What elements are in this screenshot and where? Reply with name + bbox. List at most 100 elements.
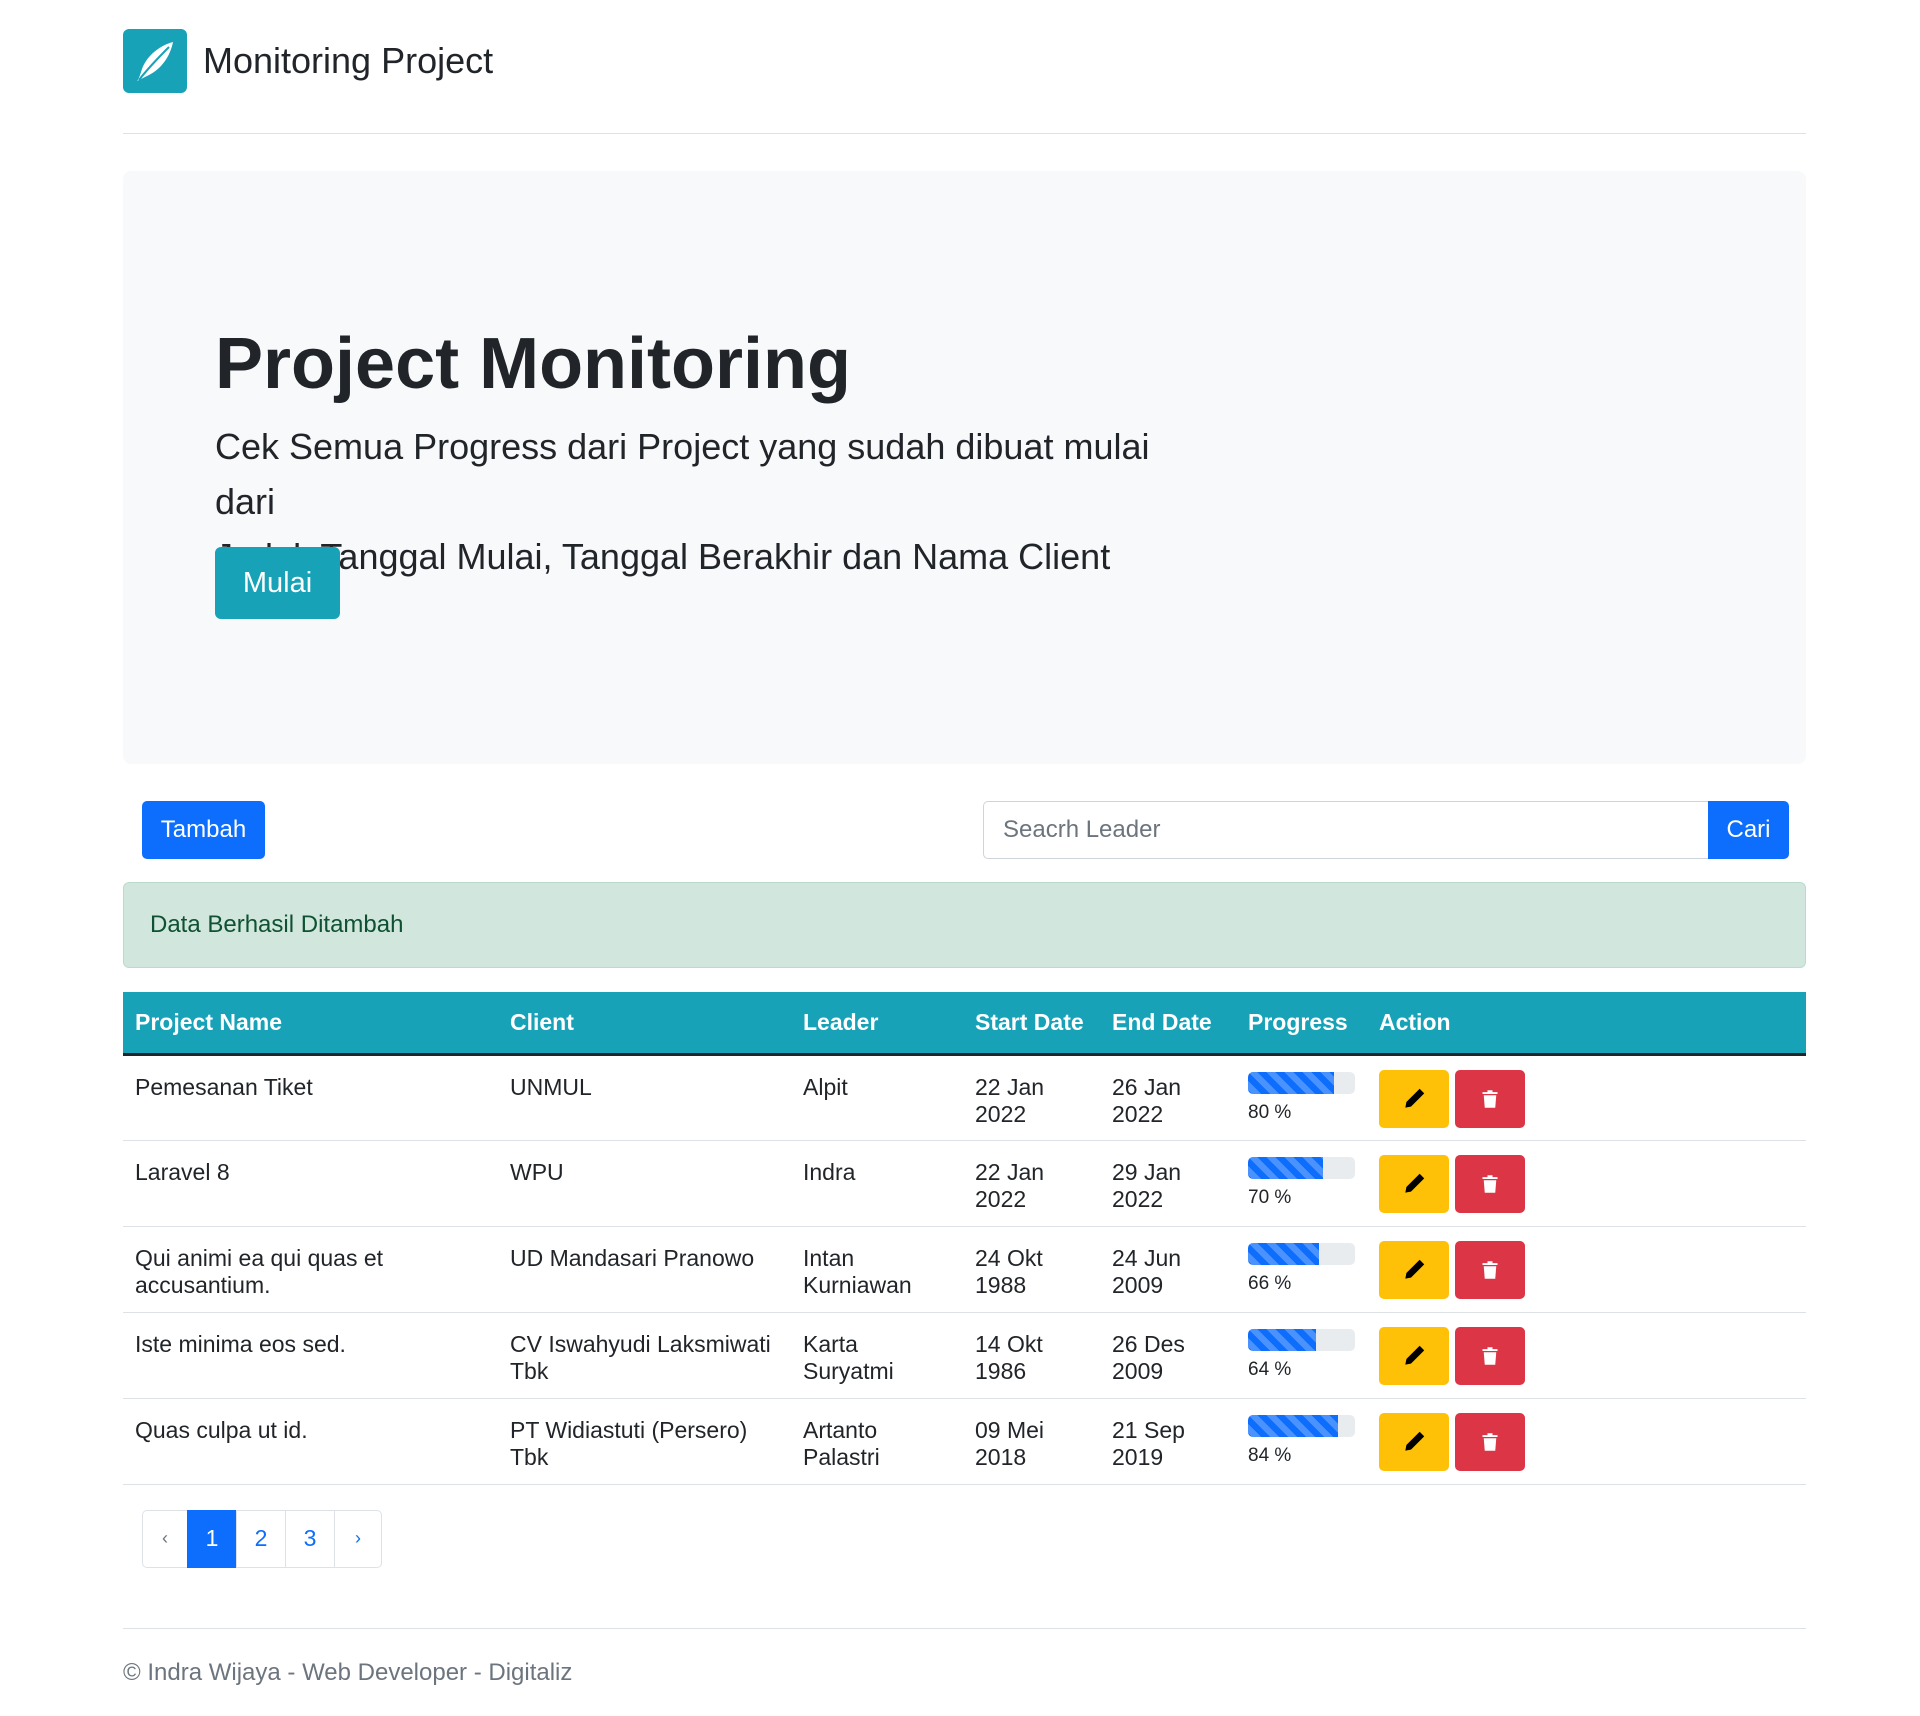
- delete-button[interactable]: [1455, 1412, 1525, 1471]
- pencil-icon: [1403, 1173, 1425, 1195]
- search-button[interactable]: Cari: [1708, 801, 1789, 859]
- progress-text: 84 %: [1248, 1444, 1292, 1466]
- progress-track: [1248, 1414, 1355, 1437]
- progress-bar: [1248, 1242, 1319, 1265]
- project-name-cell: Laravel 8: [123, 1140, 498, 1227]
- action-cell: [1367, 1226, 1806, 1313]
- start-date-cell: 24 Okt 1988: [963, 1226, 1100, 1313]
- delete-button[interactable]: [1455, 1069, 1525, 1128]
- start-date-cell: 09 Mei 2018: [963, 1398, 1100, 1485]
- edit-button[interactable]: [1379, 1240, 1449, 1299]
- col-client[interactable]: Client: [498, 992, 791, 1056]
- progress-track: [1248, 1242, 1355, 1265]
- client-cell: PT Widiastuti (Persero) Tbk: [498, 1398, 791, 1485]
- pencil-icon: [1403, 1431, 1425, 1453]
- action-cell: [1367, 1140, 1806, 1227]
- progress-bar: [1248, 1071, 1334, 1094]
- table-row: Iste minima eos sed. CV Iswahyudi Laksmiw…: [123, 1312, 1806, 1399]
- table-body: Pemesanan Tiket UNMUL Alpit 22 Jan 2022 26 J…: [123, 1054, 1806, 1485]
- hero-title: Project Monitoring: [215, 324, 851, 404]
- search-input[interactable]: [983, 801, 1708, 859]
- progress-cell: 66 %: [1236, 1226, 1367, 1313]
- col-action: Action: [1367, 992, 1806, 1056]
- brand-name[interactable]: Monitoring Project: [203, 40, 493, 82]
- pencil-icon: [1403, 1345, 1425, 1367]
- progress-track: [1248, 1328, 1355, 1351]
- client-cell: CV Iswahyudi Laksmiwati Tbk: [498, 1312, 791, 1399]
- progress-text: 64 %: [1248, 1358, 1292, 1380]
- page-container: Monitoring Project Project Monitoring Ce…: [123, 0, 1806, 1687]
- progress-text: 80 %: [1248, 1101, 1292, 1123]
- pagination-next[interactable]: ›: [334, 1509, 382, 1568]
- end-date-cell: 21 Sep 2019: [1100, 1398, 1236, 1485]
- table-row: Laravel 8 WPU Indra 22 Jan 2022 29 Jan 2022 7…: [123, 1140, 1806, 1227]
- edit-button[interactable]: [1379, 1326, 1449, 1385]
- table-header-row: Project Name Client Leader Start Date En…: [123, 992, 1806, 1056]
- progress-track: [1248, 1156, 1355, 1179]
- add-button[interactable]: Tambah: [142, 801, 265, 859]
- projects-table: Project Name Client Leader Start Date En…: [123, 992, 1806, 1485]
- navbar: Monitoring Project: [123, 0, 1806, 134]
- start-date-cell: 22 Jan 2022: [963, 1140, 1100, 1227]
- start-button[interactable]: Mulai: [215, 547, 340, 619]
- edit-button[interactable]: [1379, 1154, 1449, 1213]
- leader-cell: Artanto Palastri: [791, 1398, 963, 1485]
- col-start-date[interactable]: Start Date: [963, 992, 1100, 1056]
- col-leader[interactable]: Leader: [791, 992, 963, 1056]
- feather-icon[interactable]: [123, 28, 187, 93]
- table-row: Quas culpa ut id. PT Widiastuti (Persero)…: [123, 1398, 1806, 1485]
- pencil-icon: [1403, 1088, 1425, 1110]
- pagination-page-1[interactable]: 1: [187, 1509, 237, 1568]
- hero-lead: Cek Semua Progress dari Project yang sud…: [215, 419, 1215, 584]
- trash-icon: [1480, 1259, 1500, 1281]
- progress-text: 70 %: [1248, 1186, 1292, 1208]
- pagination: ‹ 1 2 3 ›: [142, 1509, 1806, 1568]
- progress-bar: [1248, 1156, 1323, 1179]
- trash-icon: [1480, 1173, 1500, 1195]
- start-date-cell: 22 Jan 2022: [963, 1054, 1100, 1141]
- trash-icon: [1480, 1345, 1500, 1367]
- progress-cell: 84 %: [1236, 1398, 1367, 1485]
- action-cell: [1367, 1054, 1806, 1141]
- project-name-cell: Pemesanan Tiket: [123, 1054, 498, 1141]
- alert-message: Data Berhasil Ditambah: [150, 911, 404, 938]
- col-end-date[interactable]: End Date: [1100, 992, 1236, 1056]
- project-name-cell: Quas culpa ut id.: [123, 1398, 498, 1485]
- table-row: Qui animi ea qui quas et accusantium. UD …: [123, 1226, 1806, 1313]
- search-group: Cari: [983, 801, 1789, 859]
- progress-track: [1248, 1071, 1355, 1094]
- toolbar: Tambah Cari: [123, 764, 1806, 882]
- progress-cell: 70 %: [1236, 1140, 1367, 1227]
- table-row: Pemesanan Tiket UNMUL Alpit 22 Jan 2022 26 J…: [123, 1054, 1806, 1141]
- col-project-name[interactable]: Project Name: [123, 992, 498, 1056]
- action-cell: [1367, 1312, 1806, 1399]
- pagination-page-3[interactable]: 3: [285, 1509, 335, 1568]
- success-alert: Data Berhasil Ditambah: [123, 882, 1806, 968]
- trash-icon: [1480, 1431, 1500, 1453]
- leader-cell: Intan Kurniawan: [791, 1226, 963, 1313]
- trash-icon: [1480, 1088, 1500, 1110]
- end-date-cell: 29 Jan 2022: [1100, 1140, 1236, 1227]
- client-cell: UD Mandasari Pranowo: [498, 1226, 791, 1313]
- hero-lead-line2: Judul, Tanggal Mulai, Tanggal Berakhir d…: [215, 536, 1111, 577]
- hero-jumbotron: Project Monitoring Cek Semua Progress da…: [123, 171, 1806, 764]
- delete-button[interactable]: [1455, 1154, 1525, 1213]
- leader-cell: Indra: [791, 1140, 963, 1227]
- progress-cell: 80 %: [1236, 1054, 1367, 1141]
- end-date-cell: 26 Des 2009: [1100, 1312, 1236, 1399]
- pagination-prev[interactable]: ‹: [142, 1509, 188, 1568]
- end-date-cell: 26 Jan 2022: [1100, 1054, 1236, 1141]
- delete-button[interactable]: [1455, 1240, 1525, 1299]
- project-name-cell: Iste minima eos sed.: [123, 1312, 498, 1399]
- edit-button[interactable]: [1379, 1069, 1449, 1128]
- progress-cell: 64 %: [1236, 1312, 1367, 1399]
- footer: © Indra Wijaya - Web Developer - Digital…: [123, 1627, 1806, 1687]
- footer-text: © Indra Wijaya - Web Developer - Digital…: [123, 1658, 573, 1686]
- col-progress[interactable]: Progress: [1236, 992, 1367, 1056]
- start-date-cell: 14 Okt 1986: [963, 1312, 1100, 1399]
- project-name-cell: Qui animi ea qui quas et accusantium.: [123, 1226, 498, 1313]
- progress-text: 66 %: [1248, 1272, 1292, 1294]
- delete-button[interactable]: [1455, 1326, 1525, 1385]
- edit-button[interactable]: [1379, 1412, 1449, 1471]
- pagination-page-2[interactable]: 2: [236, 1509, 286, 1568]
